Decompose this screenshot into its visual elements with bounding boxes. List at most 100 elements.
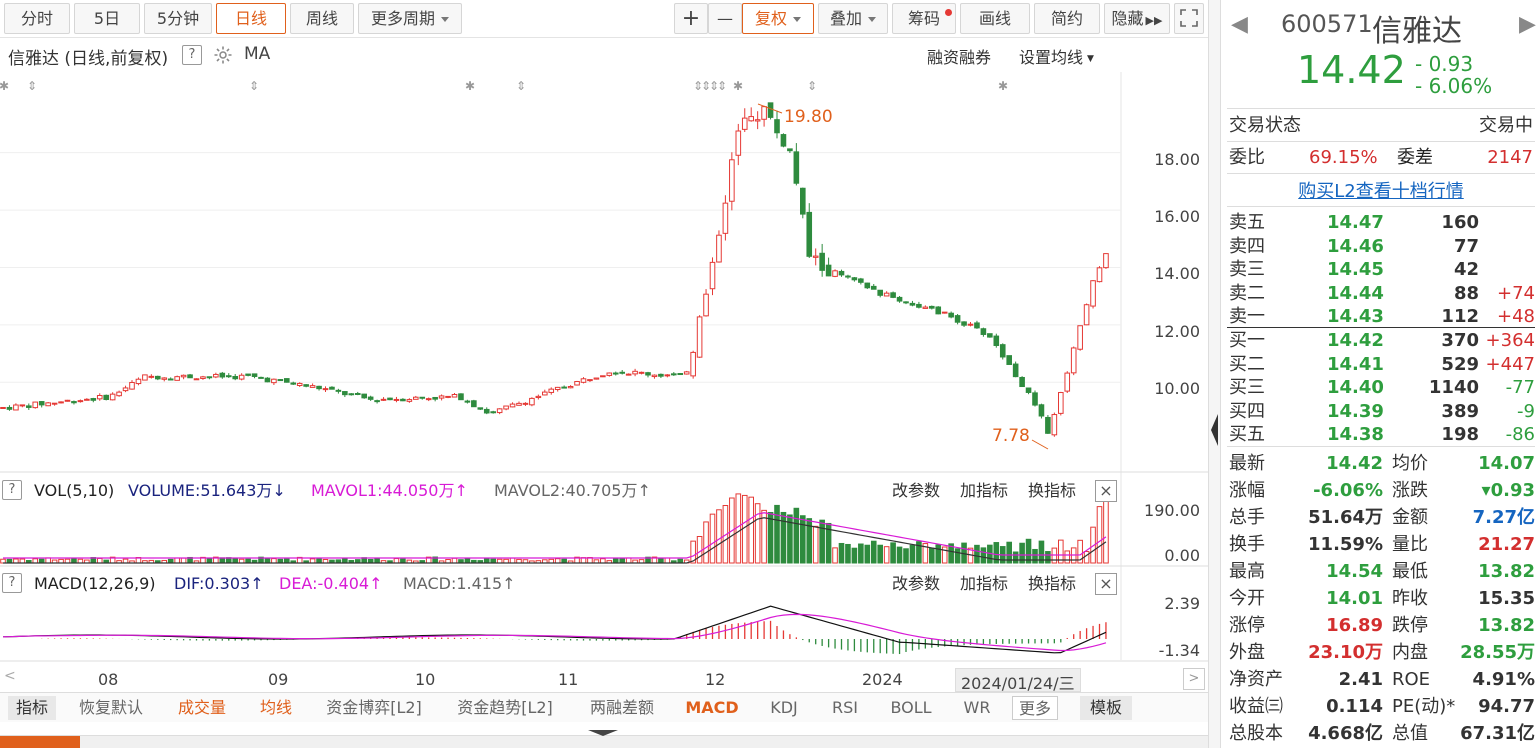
collapse-arrow-icon[interactable] [1211,414,1218,446]
ask-volume: 77 [1453,235,1479,257]
stat-label: 收益㈢ [1229,696,1283,717]
candle-body [45,402,51,407]
ask-row: 卖五 14.47 160 [1221,211,1540,234]
tab-margin-diff[interactable]: 两融差额 [584,696,660,720]
event-marker-icon: ✱ [733,79,743,93]
tab-ma[interactable]: 均线 [256,696,296,720]
bid-price: 14.42 [1327,330,1384,351]
macd-indicator-name[interactable]: MACD(12,26,9) [34,569,156,599]
candle-body [832,270,838,277]
candle-body [206,376,213,379]
weicha-label: 委差 [1397,147,1433,168]
volume-indicator-name[interactable]: VOL(5,10) [34,476,114,506]
tab-volume[interactable]: 成交量 [172,696,232,720]
trade-status-value: 交易中 [1479,115,1533,136]
tab-boll[interactable]: BOLL [886,696,936,720]
kline-chart[interactable]: ✱ ⇕ ⇕ ✱ ⇕ ⇕⇕⇕⇕ ✱ ⇕ ✱ [0,0,1208,668]
stat-label: 金额 [1392,507,1428,528]
candle-body [490,411,496,414]
next-stock-icon[interactable]: ▶ [1519,12,1536,37]
candle-body [503,405,509,410]
price-tick: 10.00 [1154,379,1200,398]
mavol2-value: MAVOL2:40.705万↑ [494,476,651,506]
stats-row: 涨停 16.89 跌停 13.82 [1221,614,1540,637]
macd-help-button[interactable]: ? [2,573,22,593]
candle-body [464,400,471,403]
macd-params-button[interactable]: 改参数 [892,569,940,599]
candle-body [361,393,367,399]
scroll-right-icon[interactable]: > [1183,668,1205,690]
macd-add-indicator-button[interactable]: 加指标 [960,569,1008,599]
candle-body [1083,304,1090,326]
stats-row: 涨幅 -6.06% 涨跌 ▾0.93 [1221,479,1540,502]
candle-body [529,397,535,406]
stock-terminal: 分时 5日 5分钟 日线 周线 更多周期 + — 复权 叠加 筹码 画线 简约 … [0,0,1540,748]
macd-close-icon[interactable]: × [1095,573,1117,595]
collapse-caret-icon[interactable] [588,730,618,736]
candle-body [329,386,335,390]
tab-macd[interactable]: MACD [684,696,740,720]
tab-reset-default[interactable]: 恢复默认 [74,696,148,720]
price-tick: 14.00 [1154,264,1200,283]
stat-value: 23.10万 [1308,642,1383,663]
candle-body [606,372,613,376]
volume-help-button[interactable]: ? [2,480,22,500]
volume-bar [929,547,935,564]
candle-body [974,322,980,329]
volume-add-indicator-button[interactable]: 加指标 [960,476,1008,506]
candle-body [851,277,858,281]
dif-value: DIF:0.303↑ [174,569,264,599]
tab-fund-game[interactable]: 资金博弈[L2] [322,696,426,720]
candle-body [303,384,309,387]
candle-body [535,395,542,399]
stat-value: 14.01 [1326,588,1383,609]
candle-body [1045,416,1051,434]
tab-wr[interactable]: WR [960,696,994,720]
divider [1227,108,1535,109]
candle-body [703,293,709,317]
volume-swap-indicator-button[interactable]: 换指标 [1028,476,1076,506]
candle-body [129,381,135,390]
candle-body [264,377,271,383]
candle-body [348,393,355,396]
candle-body [664,374,671,377]
volume-bar [754,503,761,564]
cursor-date-label: 2024/01/24/三 [955,668,1081,693]
candle-body [58,401,64,404]
arrow-up-icon: ↑ [502,574,516,593]
tab-template[interactable]: 模板 [1080,696,1132,720]
volume-bar [812,525,819,564]
tab-fund-trend[interactable]: 资金趋势[L2] [452,696,558,720]
arrow-up-icon: ↑ [637,481,651,500]
macd-swap-indicator-button[interactable]: 换指标 [1028,569,1076,599]
event-marker-icon: ⇕ [807,79,817,93]
volume-bar [748,496,755,564]
tab-indicator[interactable]: 指标 [8,696,56,720]
candle-body [554,386,561,391]
volume-bar [625,557,632,564]
prev-stock-icon[interactable]: ◀ [1231,12,1248,37]
tab-more[interactable]: 更多 [1012,696,1058,720]
candle-body [967,323,974,326]
weibi-label: 委比 [1229,147,1265,168]
panel-splitter[interactable] [1208,0,1220,748]
buy-l2-link[interactable]: 购买L2查看十档行情 [1221,177,1540,203]
volume-tick: 190.00 [1144,501,1200,520]
volume-close-icon[interactable]: × [1095,480,1117,502]
macd-tick: -1.34 [1158,641,1200,660]
scroll-left-icon[interactable]: < [4,668,16,684]
volume-bar [1096,506,1103,564]
candle-body [135,378,142,385]
volume-bar [32,558,39,564]
stat-label: 均价 [1392,453,1428,474]
active-info-tab[interactable] [0,736,80,748]
candle-body [774,119,780,134]
candle-body [987,333,993,338]
volume-params-button[interactable]: 改参数 [892,476,940,506]
tab-kdj[interactable]: KDJ [764,696,804,720]
candle-body [690,351,696,377]
volume-bar [393,558,400,564]
macd-text: MACD:1.415 [403,574,503,593]
event-marker-icon: ✱ [465,79,475,93]
tab-rsi[interactable]: RSI [828,696,862,720]
